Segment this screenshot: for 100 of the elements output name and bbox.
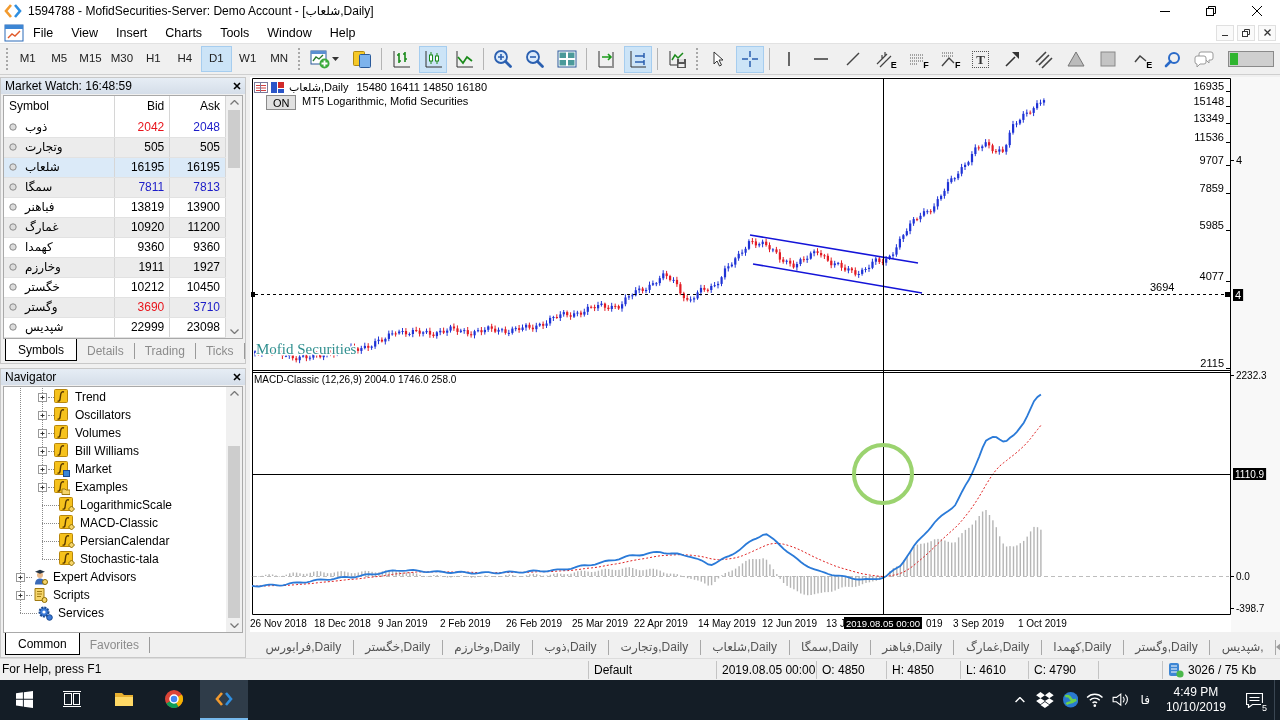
timeframe-button[interactable]: M30 xyxy=(106,46,138,72)
task-view-icon xyxy=(63,691,81,707)
scroll-up-icon[interactable] xyxy=(229,100,239,105)
high-price: H: 4850 xyxy=(892,661,935,679)
column-heading[interactable]: Bid xyxy=(114,96,170,117)
zoom-in-icon xyxy=(493,49,514,69)
indicator-scale-label: 2232.3 xyxy=(1236,370,1267,381)
bid-price: 22999 xyxy=(130,319,165,334)
indicator-scale-label: 0.0 xyxy=(1236,571,1250,582)
vertical-line-icon xyxy=(786,51,791,67)
server-icon xyxy=(1168,661,1184,678)
candlestick-button[interactable] xyxy=(418,45,447,73)
timeframe-button[interactable]: H4 xyxy=(169,46,201,72)
bar-time: 2019.08.05 00:00 xyxy=(722,661,816,679)
scrollbar[interactable] xyxy=(226,387,242,632)
menu-item[interactable]: Help xyxy=(320,22,365,43)
text-tool-button[interactable]: T xyxy=(966,45,995,73)
chart-tab[interactable]: وخارزم,Daily xyxy=(442,639,533,655)
expand-icon[interactable] xyxy=(37,427,48,439)
chart-tab[interactable]: شپدیس, xyxy=(1210,639,1277,655)
bid-price: 2042 xyxy=(137,119,165,134)
fan-button[interactable]: F xyxy=(934,45,963,73)
menu-item[interactable]: Charts xyxy=(156,22,212,43)
expand-icon[interactable] xyxy=(37,391,48,403)
notification-count: 5 xyxy=(1261,703,1268,713)
chart-tab[interactable]: وگستر,Daily xyxy=(1123,639,1211,655)
timeframe-button[interactable]: W1 xyxy=(231,46,264,72)
crosshair-button[interactable] xyxy=(736,45,764,73)
stacked-sheets-icon xyxy=(351,49,372,69)
chart-tab[interactable]: ذوب,Daily xyxy=(532,639,610,655)
fibonacci-button[interactable]: F xyxy=(902,45,931,73)
column-heading[interactable]: Ask xyxy=(169,96,226,117)
timeframe-button[interactable]: M15 xyxy=(74,46,107,72)
circle-icon xyxy=(9,122,17,131)
menu-item[interactable]: File xyxy=(24,22,63,43)
scroll-thumb[interactable] xyxy=(228,446,240,618)
circle-icon xyxy=(9,203,17,211)
expand-icon[interactable] xyxy=(37,481,48,493)
symbol-name: وگستر xyxy=(25,299,58,315)
chart-tab[interactable]: فرابورس,Daily xyxy=(254,639,354,655)
chart-tab[interactable]: وتجارت,Daily xyxy=(609,639,701,655)
timeframe-button[interactable]: M5 xyxy=(43,46,75,72)
close-icon xyxy=(1263,29,1271,36)
expand-icon[interactable] xyxy=(37,463,48,475)
chart-close-button[interactable] xyxy=(1258,24,1276,41)
timeframe-button[interactable]: D1 xyxy=(200,46,232,72)
expand-icon[interactable] xyxy=(15,589,26,601)
scrollbar[interactable] xyxy=(226,96,242,338)
timeframe-button[interactable]: MN xyxy=(263,46,295,72)
symbol-name: غمارگ xyxy=(25,219,59,235)
chart-tab[interactable]: غمارگ,Daily xyxy=(954,639,1042,655)
column-heading[interactable]: Symbol xyxy=(4,96,114,117)
chart-tab[interactable]: فباهنر,Daily xyxy=(870,639,955,655)
candlestick-icon xyxy=(422,49,443,69)
ohlc-values: 15480 16411 14850 16180 xyxy=(356,81,488,93)
chart-tab[interactable]: سمگا,Daily xyxy=(789,639,871,655)
channel-button[interactable]: E xyxy=(870,45,899,73)
notifications-button[interactable]: 5 xyxy=(1234,680,1274,720)
chart-tab[interactable]: خگستر,Daily xyxy=(353,639,443,655)
expand-icon[interactable] xyxy=(37,409,48,421)
expand-icon[interactable] xyxy=(15,571,26,583)
close-icon[interactable] xyxy=(233,373,241,381)
chart-disk-icon xyxy=(667,49,688,69)
menu-item[interactable]: Tools xyxy=(211,22,259,43)
symbol-name: سمگا xyxy=(25,179,53,195)
panel-tab[interactable]: Common xyxy=(5,633,80,655)
indicator-title: MACD-Classic (12,26,9) 2004.0 1746.0 258.0 xyxy=(254,374,457,385)
menu-item[interactable]: Window xyxy=(258,22,321,43)
scroll-up-icon[interactable] xyxy=(229,391,239,396)
open-box-icon xyxy=(1035,691,1056,709)
menu-item[interactable]: View xyxy=(62,22,108,43)
clock[interactable]: 4:49 PM 10/10/2019 xyxy=(1157,685,1234,715)
autoscroll-button[interactable] xyxy=(624,45,653,73)
function-folder-icon xyxy=(54,479,70,495)
ask-price: 13900 xyxy=(186,199,220,214)
arrow-icon xyxy=(1005,51,1020,67)
panel-tab[interactable]: Symbols xyxy=(5,339,77,361)
restore-icon xyxy=(1242,28,1250,37)
chart-tab[interactable]: کهمدا,Daily xyxy=(1041,639,1124,655)
terminal-button[interactable] xyxy=(200,680,248,720)
panel-title: Market Watch: 16:48:59 xyxy=(5,78,132,94)
timeframe-button[interactable]: H1 xyxy=(137,46,170,72)
scroll-down-icon[interactable] xyxy=(229,329,239,334)
price-label: 9707 xyxy=(1199,154,1224,166)
ask-price: 11200 xyxy=(187,219,220,234)
language-indicator[interactable]: فا xyxy=(1132,680,1158,720)
close-icon[interactable] xyxy=(233,82,241,90)
chart-tab[interactable]: شلعاب,Daily xyxy=(700,639,790,655)
wave-button[interactable]: E xyxy=(1126,45,1155,73)
price-label: 7859 xyxy=(1199,182,1224,194)
scroll-thumb[interactable] xyxy=(228,110,240,168)
expand-icon[interactable] xyxy=(37,445,48,457)
ask-price: 1927 xyxy=(193,259,220,274)
menu-item[interactable]: Insert xyxy=(107,22,157,43)
timeframe-button[interactable]: M1 xyxy=(12,46,44,72)
close-icon xyxy=(1252,6,1262,16)
scroll-down-icon[interactable] xyxy=(229,623,239,628)
function-icon xyxy=(54,443,70,459)
price-label: 2115 xyxy=(1200,357,1224,369)
chart-restore-button[interactable] xyxy=(1237,24,1255,41)
